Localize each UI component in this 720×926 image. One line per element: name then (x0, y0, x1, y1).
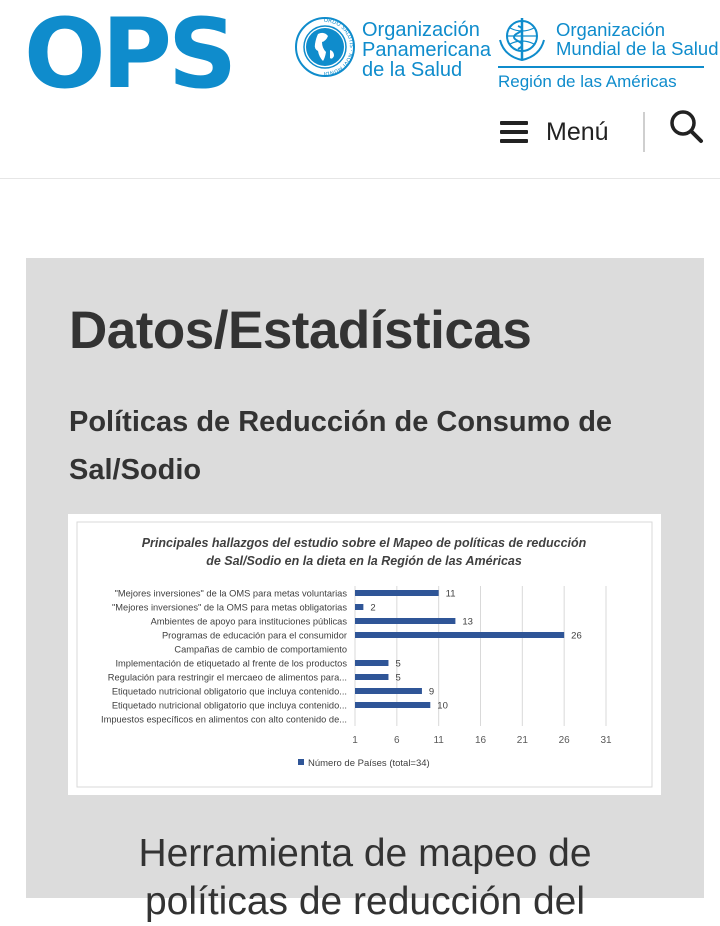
who-emblem-icon (499, 18, 545, 62)
category-label: Programas de educación para el consumido… (162, 631, 347, 641)
page-title: Datos/Estadísticas (69, 301, 532, 360)
x-tick-label: 31 (600, 735, 612, 746)
x-tick-label: 1 (352, 735, 358, 746)
paho-name-line-2: Panamericana (362, 39, 491, 61)
bar-data-label: 13 (462, 617, 473, 628)
paho-name-line-3: de la Salud (362, 59, 463, 81)
hamburger-icon (500, 121, 528, 143)
chart-title-line: Principales hallazgos del estudio sobre … (142, 536, 587, 550)
bar-data-label: 9 (429, 687, 434, 698)
tool-heading-line-1: Herramienta de mapeo de (138, 832, 592, 875)
chart-title-line: de Sal/Sodio en la dieta en la Región de… (206, 554, 522, 568)
x-tick-label: 21 (517, 735, 529, 746)
paho-name: Organización Panamericana de la Salud (362, 20, 491, 80)
bar-data-label: 10 (437, 701, 448, 712)
category-label: Etiquetado nutricional obligatorio que i… (112, 687, 347, 697)
bar-data-label: 2 (370, 603, 375, 614)
category-label: Implementación de etiquetado al frente d… (115, 659, 347, 669)
paho-name-line-1: Organización (362, 19, 480, 41)
bar (355, 632, 565, 638)
bar (355, 660, 389, 666)
x-tick-label: 16 (475, 735, 487, 746)
bar-data-label: 5 (395, 673, 400, 684)
site-header: OPS ORDO SALUTIS · NOVI MUNDI Organizaci… (0, 0, 720, 179)
region-divider (498, 66, 704, 68)
bar-data-label: 11 (446, 589, 456, 600)
category-label: "Mejores inversiones" de la OMS para met… (115, 589, 348, 599)
who-name-line-1: Organización (556, 19, 666, 40)
bar (355, 604, 364, 610)
bar (355, 618, 456, 624)
legend-swatch (298, 759, 304, 765)
category-label: "Mejores inversiones" de la OMS para met… (112, 603, 347, 613)
x-tick-label: 26 (559, 735, 571, 746)
bar-data-label: 26 (571, 631, 582, 642)
ops-logo[interactable]: OPS (24, 6, 237, 102)
search-icon[interactable] (668, 108, 704, 144)
bar (355, 674, 389, 680)
bar (355, 702, 431, 708)
category-label: Etiquetado nutricional obligatorio que i… (112, 701, 347, 711)
bar-data-label: 5 (395, 659, 400, 670)
section-subtitle: Políticas de Reducción de Consumo de Sal… (69, 406, 613, 486)
content-panel: Datos/Estadísticas Políticas de Reducció… (26, 258, 704, 923)
category-label: Ambientes de apoyo para instituciones pú… (151, 617, 348, 627)
legend-label: Número de Países (total=34) (308, 758, 430, 769)
category-label: Regulación para restringir el mercaeo de… (108, 673, 347, 683)
bar (355, 688, 422, 694)
x-tick-label: 11 (433, 735, 444, 746)
menu-label: Menú (546, 117, 609, 146)
paho-globe-icon: ORDO SALUTIS · NOVI MUNDI (295, 17, 355, 77)
tool-heading-line-2: políticas de reducción del (144, 880, 586, 923)
who-name-line-2: Mundial de la Salud (556, 38, 719, 59)
chart-card: Principales hallazgos del estudio sobre … (68, 514, 661, 795)
category-label: Impuestos específicos en alimentos con a… (101, 715, 347, 725)
menu-button[interactable]: Menú (500, 112, 609, 152)
bar (355, 590, 439, 596)
who-name: Organización Mundial de la Salud (556, 20, 719, 58)
header-divider (643, 112, 645, 152)
x-tick-label: 6 (394, 735, 400, 746)
tool-heading: Herramienta de mapeo de políticas de red… (26, 830, 704, 926)
region-label: Región de las Américas (498, 72, 677, 91)
category-label: Campañas de cambio de comportamiento (174, 645, 347, 655)
bar-chart: Principales hallazgos del estudio sobre … (76, 521, 653, 788)
